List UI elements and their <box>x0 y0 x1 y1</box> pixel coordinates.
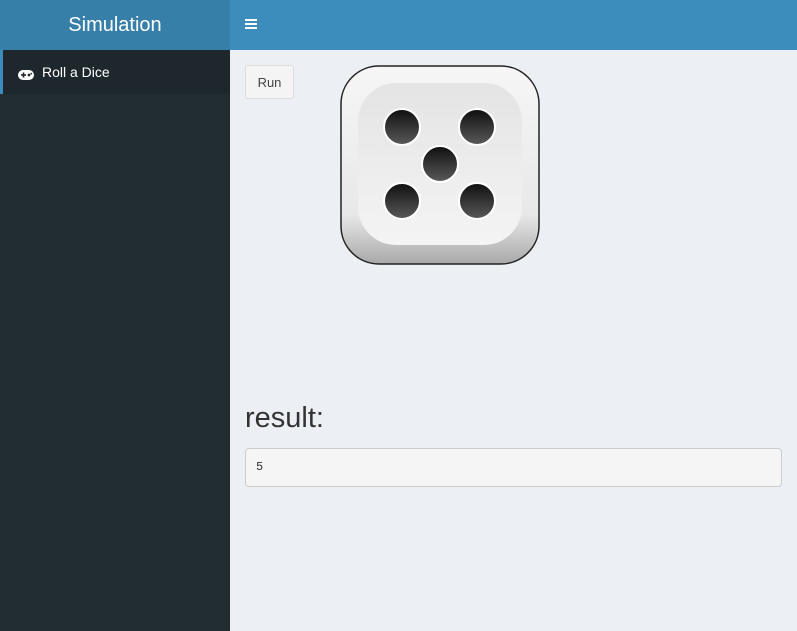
dice-image <box>340 65 540 270</box>
top-navbar <box>230 0 797 50</box>
main-content: Run result: 5 <box>230 50 797 631</box>
gamepad-icon <box>18 67 34 80</box>
sidebar-item-roll-a-dice[interactable]: Roll a Dice <box>0 50 230 94</box>
sidebar-item-label: Roll a Dice <box>42 64 110 80</box>
bars-icon[interactable] <box>245 17 257 31</box>
result-output: 5 <box>245 448 782 487</box>
run-button[interactable]: Run <box>245 65 294 99</box>
app-logo-title: Simulation <box>0 0 230 50</box>
sidebar: Roll a Dice <box>0 50 230 631</box>
result-heading: result: <box>245 402 324 434</box>
